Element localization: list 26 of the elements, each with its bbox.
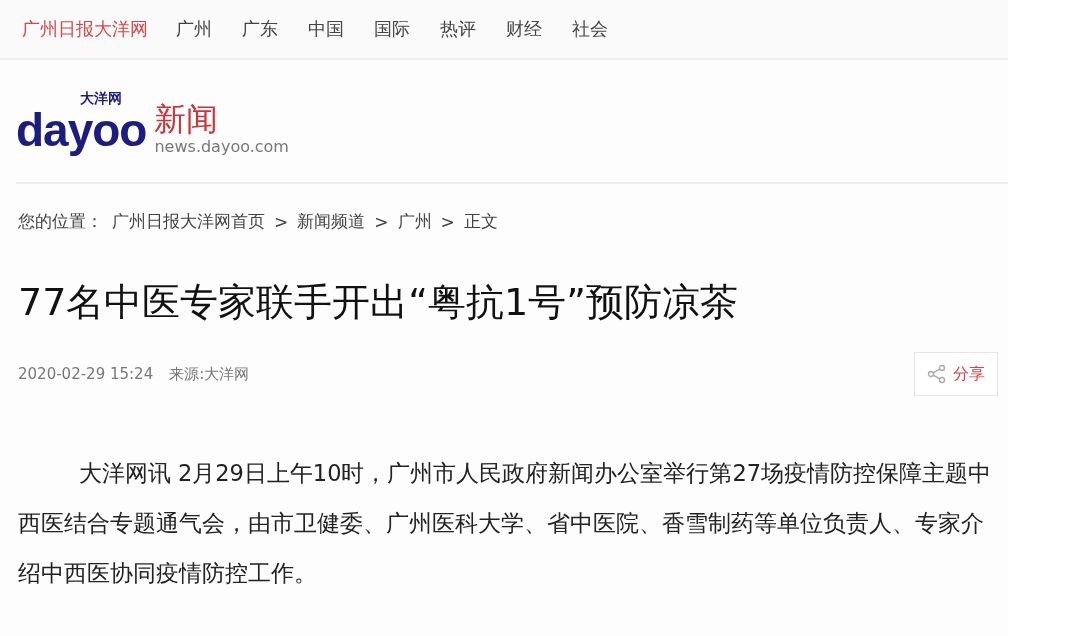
nav-link[interactable]: 财经 [506,17,542,41]
nav-link[interactable]: 社会 [572,17,608,41]
breadcrumb-link[interactable]: 广州 [397,210,432,233]
breadcrumb-separator: > [274,211,289,232]
nav-link[interactable]: 中国 [308,17,344,41]
breadcrumb-label: 您的位置： [18,210,103,233]
nav-link[interactable]: 国际 [374,17,410,41]
section-title: 新闻 [154,101,220,137]
nav-link[interactable]: 热评 [440,17,476,41]
breadcrumb-link[interactable]: 新闻频道 [297,210,366,233]
breadcrumb-link[interactable]: 正文 [463,210,498,233]
breadcrumb-link[interactable]: 广州日报大洋网首页 [112,210,265,233]
logo-small-text: 大洋网 [80,91,123,106]
article-source: 来源:大洋网 [169,364,250,384]
nav-link[interactable]: 广州日报大洋网 [22,17,148,41]
site-domain: news.dayoo.com [154,137,289,156]
nav-link[interactable]: 广东 [242,17,278,41]
nav-link[interactable]: 广州 [176,17,212,41]
publish-date: 2020-02-29 15:24 [18,365,154,383]
share-button[interactable]: 分享 [914,352,998,396]
share-icon [927,364,947,384]
article-title: 77名中医专家联手开出“粤抗1号”预防凉茶 [18,279,739,326]
breadcrumb-separator: > [440,211,455,232]
logo-wordmark[interactable]: dayoo [16,105,147,156]
article-paragraph: 大洋网讯 2月29日上午10时，广州市人民政府新闻办公室举行第27场疫情防控保障主题中西医结合专题通气会，由市卫健委、广州医科大学、省中医院、香雪制药等单位负责人、专家介绍中西医协同疫情防控工作。 [18,459,993,588]
breadcrumb-separator: > [374,211,389,232]
